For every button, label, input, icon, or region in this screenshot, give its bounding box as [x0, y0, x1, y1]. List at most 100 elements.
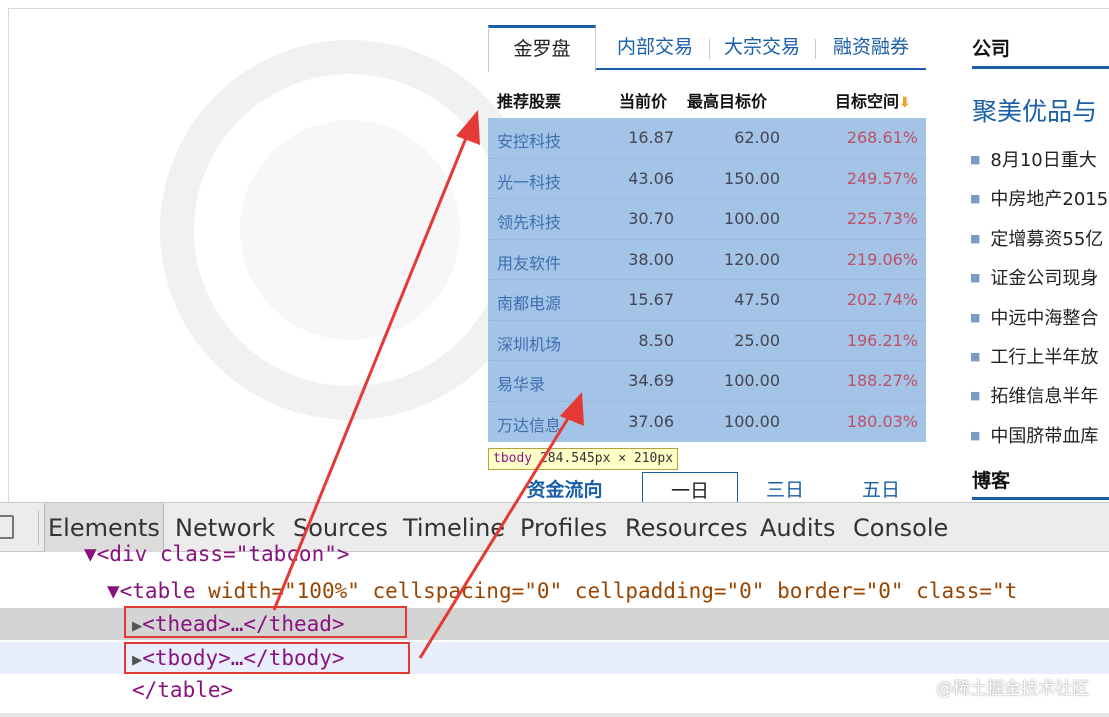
target-price: 150.00 — [724, 168, 780, 188]
current-price: 8.50 — [638, 330, 674, 350]
company-heading: 公司 — [972, 38, 1011, 60]
header-recommended-stock: 推荐股票 — [497, 92, 562, 111]
news-headline-link[interactable]: 聚美优品与 — [972, 92, 1097, 128]
news-item-text: 中远中海整合 — [990, 307, 1099, 329]
dom-node-table[interactable]: ▼<table width="100%" cellspacing="0" cel… — [0, 575, 1109, 607]
page-border — [8, 8, 9, 502]
current-price: 16.87 — [628, 128, 674, 147]
blog-heading: 博客 — [972, 470, 1011, 492]
current-price: 34.69 — [628, 371, 674, 390]
devtools-panel: Elements Network Sources Timeline Profil… — [0, 502, 1109, 717]
list-item[interactable]: ■ 拓维信息半年 — [970, 376, 1109, 415]
header-current-price: 当前价 — [619, 92, 668, 111]
table-header: 推荐股票 当前价 最高目标价 目标空间⬇ — [488, 80, 926, 116]
bullet-icon: ■ — [970, 231, 981, 245]
target-space: 180.03% — [846, 411, 918, 431]
watermark-credit: @稀土掘金技术社区 — [936, 679, 1089, 699]
stock-name-link[interactable]: 易华录 — [497, 371, 545, 395]
target-space: 196.21% — [846, 330, 918, 350]
news-item-text: 证金公司现身 — [990, 268, 1099, 290]
stock-name-link[interactable]: 光一科技 — [497, 169, 561, 193]
tab-block-trading[interactable]: 大宗交易 — [712, 25, 812, 70]
heading-underline — [972, 497, 1109, 500]
list-item[interactable]: ■ 证金公司现身 — [970, 258, 1109, 297]
bullet-icon: ■ — [970, 428, 981, 442]
news-item-text: 8月10日重大 — [990, 150, 1097, 171]
table-attributes: width="100%" cellspacing="0" cellpadding… — [208, 579, 1018, 603]
bullet-icon: ■ — [970, 153, 981, 166]
table-row: 领先科技 30.70 100.00 225.73% — [488, 199, 926, 240]
target-price: 100.00 — [724, 411, 780, 431]
web-page: 金罗盘 内部交易 大宗交易 融资融券 推荐股票 当前价 最高目标价 目标空间⬇ … — [0, 0, 1109, 502]
target-price: 47.50 — [734, 290, 780, 309]
flow-tab-five-days[interactable]: 五日 — [836, 472, 926, 502]
flow-tab-one-day[interactable]: 一日 — [642, 472, 738, 502]
news-item-text: 中房地产2015 — [990, 189, 1109, 211]
current-price: 38.00 — [628, 249, 674, 269]
table-tag: ▼<table — [107, 579, 209, 603]
target-space: 202.74% — [846, 290, 918, 309]
tooltip-tag: tbody — [493, 451, 533, 466]
target-price: 62.00 — [734, 128, 780, 147]
current-price: 30.70 — [628, 209, 674, 228]
target-space: 268.61% — [846, 128, 918, 147]
table-row: 万达信息 37.06 100.00 180.03% — [488, 402, 926, 443]
target-price: 100.00 — [724, 371, 780, 390]
stock-name-link[interactable]: 用友软件 — [497, 250, 561, 274]
news-item-text: 定增募资55亿 — [990, 228, 1104, 250]
list-item[interactable]: ■ 中远中海整合 — [970, 298, 1109, 337]
bullet-icon: ■ — [970, 349, 981, 363]
heading-underline — [972, 66, 1109, 69]
tab-separator — [709, 39, 710, 59]
bullet-icon: ■ — [970, 310, 981, 324]
stock-tabs: 金罗盘 内部交易 大宗交易 融资融券 — [488, 25, 926, 72]
table-row: 易华录 34.69 100.00 188.27% — [488, 361, 926, 402]
flow-tab-three-days[interactable]: 三日 — [740, 472, 830, 502]
dom-node-div[interactable]: ▼<div class="tabcon"> — [0, 538, 1109, 570]
table-row: 南都电源 15.67 47.50 202.74% — [488, 280, 926, 321]
stock-name-link[interactable]: 领先科技 — [497, 209, 561, 233]
list-item[interactable]: ■ 中国脐带血库 — [970, 416, 1109, 455]
target-price: 25.00 — [734, 330, 780, 350]
target-space: 249.57% — [846, 168, 918, 188]
header-target-space-label: 目标空间 — [835, 92, 900, 111]
current-price: 43.06 — [628, 168, 674, 188]
page-border — [8, 8, 1109, 9]
table-row: 安控科技 16.87 62.00 268.61% — [488, 118, 926, 159]
stock-name-link[interactable]: 安控科技 — [497, 128, 561, 152]
tab-insider-trading[interactable]: 内部交易 — [603, 25, 707, 70]
news-item-text: 工行上半年放 — [990, 346, 1099, 368]
tooltip-size: 284.545px × 210px — [539, 451, 674, 466]
bottom-scrollbar — [0, 713, 1109, 717]
tab-separator — [815, 39, 816, 59]
stock-name-link[interactable]: 万达信息 — [497, 412, 561, 436]
header-target-space[interactable]: 目标空间⬇ — [835, 88, 911, 112]
header-highest-target: 最高目标价 — [687, 92, 768, 111]
target-space: 188.27% — [846, 371, 918, 390]
watermark-logo — [240, 120, 460, 340]
news-item-text: 拓维信息半年 — [990, 386, 1099, 408]
list-item[interactable]: ■ 8月10日重大 — [970, 140, 1109, 179]
bullet-icon: ■ — [970, 192, 981, 206]
bullet-icon: ■ — [970, 271, 981, 285]
news-list: ■ 8月10日重大 ■ 中房地产2015 ■ 定增募资55亿 ■ 证金公司现身 ■ 中远中… — [970, 140, 1109, 455]
dock-toggle-icon[interactable] — [0, 515, 14, 539]
annotation-box-thead — [124, 606, 407, 638]
stock-name-link[interactable]: 深圳机场 — [497, 331, 561, 355]
target-price: 120.00 — [724, 249, 780, 269]
stock-name-link[interactable]: 南都电源 — [497, 290, 561, 314]
tab-margin-trading[interactable]: 融资融券 — [820, 25, 922, 70]
target-space: 219.06% — [846, 249, 918, 269]
annotation-box-tbody — [124, 642, 410, 674]
list-item[interactable]: ■ 中房地产2015 — [970, 179, 1109, 218]
table-row: 用友软件 38.00 120.00 219.06% — [488, 240, 926, 280]
list-item[interactable]: ■ 定增募资55亿 — [970, 219, 1109, 258]
bullet-icon: ■ — [970, 389, 981, 403]
list-item[interactable]: ■ 工行上半年放 — [970, 337, 1109, 376]
sort-down-icon[interactable]: ⬇ — [899, 95, 911, 111]
table-row: 深圳机场 8.50 25.00 196.21% — [488, 321, 926, 361]
target-space: 225.73% — [846, 209, 918, 228]
current-price: 37.06 — [628, 411, 674, 431]
table-row: 光一科技 43.06 150.00 249.57% — [488, 159, 926, 199]
tab-golden-compass[interactable]: 金罗盘 — [488, 25, 596, 72]
